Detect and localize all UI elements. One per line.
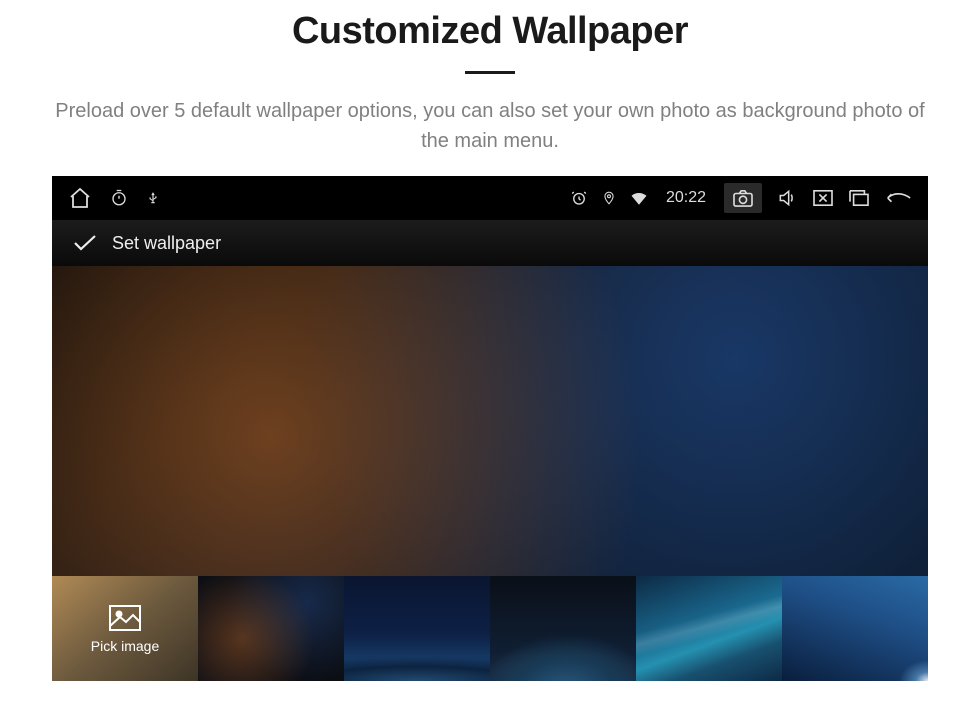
wallpaper-thumb-3[interactable] [490, 576, 636, 681]
wallpaper-thumb-5[interactable] [782, 576, 928, 681]
status-right-group: 20:22 [570, 183, 912, 213]
close-window-icon[interactable] [812, 189, 834, 207]
wallpaper-thumb-1[interactable] [198, 576, 344, 681]
titlebar-label: Set wallpaper [112, 233, 221, 254]
status-time: 20:22 [666, 189, 706, 207]
title-underline [465, 71, 515, 74]
pick-image-label: Pick image [91, 638, 159, 654]
thumbnail-strip[interactable]: Pick image [52, 576, 928, 681]
home-icon[interactable] [68, 186, 92, 210]
device-screen: 20:22 [52, 176, 928, 681]
title-bar: Set wallpaper [52, 220, 928, 266]
camera-icon[interactable] [724, 183, 762, 213]
location-icon [602, 189, 616, 207]
usb-icon [146, 189, 160, 207]
timer-icon [110, 189, 128, 207]
page-title: Customized Wallpaper [0, 10, 980, 53]
checkmark-icon[interactable] [72, 233, 98, 253]
wallpaper-thumb-4[interactable] [636, 576, 782, 681]
pick-image-button[interactable]: Pick image [52, 576, 198, 681]
recent-apps-icon[interactable] [848, 189, 870, 207]
volume-icon[interactable] [776, 188, 798, 208]
status-left-group [68, 186, 160, 210]
wifi-icon [630, 191, 648, 205]
wallpaper-preview [52, 266, 928, 576]
status-bar: 20:22 [52, 176, 928, 220]
wallpaper-thumb-2[interactable] [344, 576, 490, 681]
page-subtitle: Preload over 5 default wallpaper options… [0, 96, 980, 156]
alarm-icon [570, 189, 588, 207]
back-icon[interactable] [884, 190, 912, 206]
